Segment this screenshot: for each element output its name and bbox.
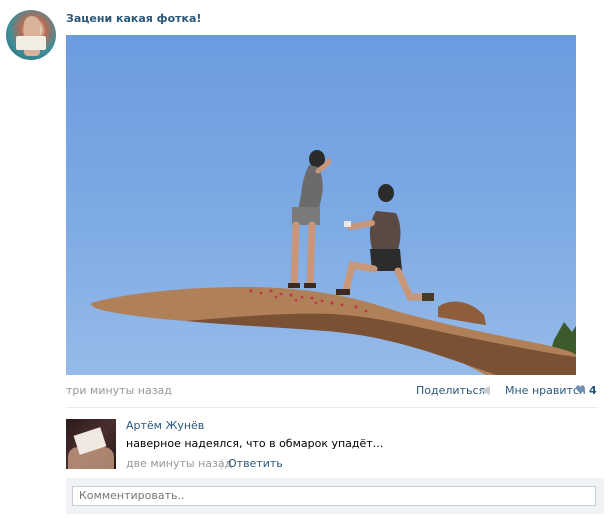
comment-separator: | — [220, 457, 224, 470]
like-count[interactable]: 4 — [589, 384, 597, 397]
post-time[interactable]: три минуты назад — [66, 384, 172, 397]
avatar-sign — [16, 36, 46, 50]
comment-input[interactable]: Комментировать.. — [72, 486, 596, 506]
standing-person — [288, 150, 332, 289]
comment-author[interactable]: Артём Жунёв — [126, 419, 204, 432]
divider — [66, 407, 598, 408]
author-avatar[interactable] — [6, 10, 56, 60]
comment-avatar[interactable] — [66, 419, 116, 469]
megaphone-icon[interactable] — [480, 385, 492, 396]
rock-boulder — [438, 301, 486, 325]
share-button[interactable]: Поделиться — [416, 384, 485, 397]
like-button[interactable]: Мне нравится — [505, 384, 586, 397]
reply-button[interactable]: Ответить — [228, 457, 283, 470]
post-photo[interactable] — [66, 35, 576, 375]
post-title: Зацени какая фотка! — [66, 12, 202, 25]
heart-icon[interactable]: ♥ — [575, 384, 586, 397]
kneeling-person — [336, 184, 434, 301]
photo-scene — [90, 150, 576, 375]
post-meta: три минуты назад Поделиться Мне нравится… — [66, 384, 598, 398]
comment-text: наверное надеялся, что в обмарок упадёт.… — [126, 437, 384, 450]
comment-time[interactable]: две минуты назад — [126, 457, 232, 470]
